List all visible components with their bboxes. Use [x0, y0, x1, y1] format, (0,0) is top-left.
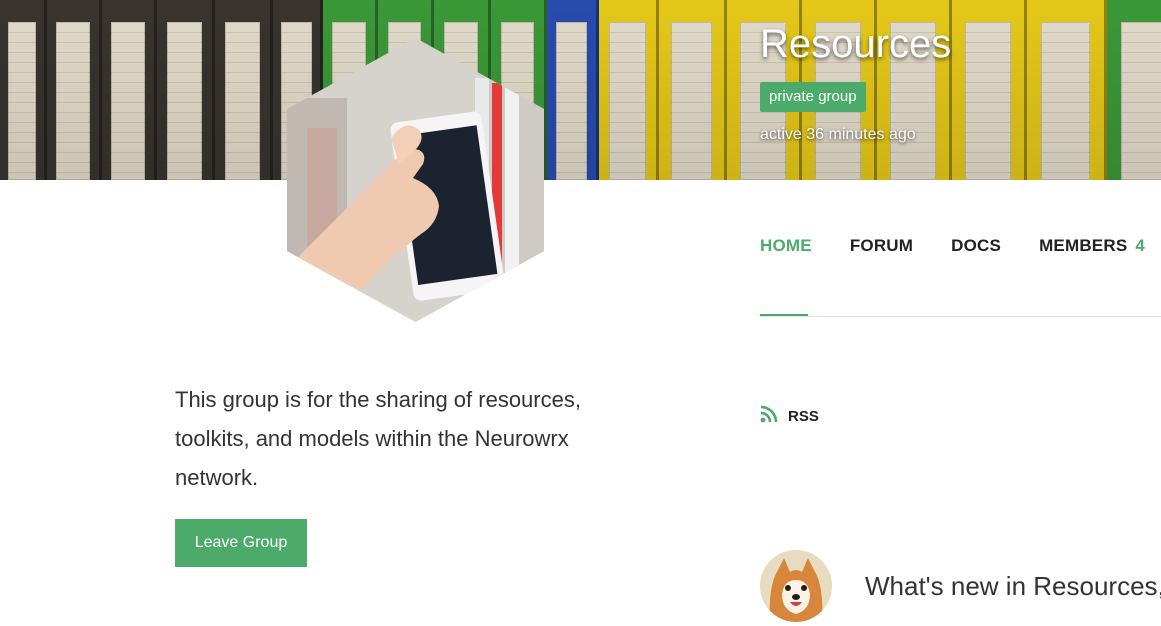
rss-link[interactable]: RSS	[760, 405, 819, 428]
tab-members[interactable]: MEMBERS 4	[1039, 236, 1145, 256]
leave-group-button[interactable]: Leave Group	[175, 519, 307, 567]
nav-divider	[760, 316, 1161, 317]
group-description: This group is for the sharing of resourc…	[175, 387, 581, 490]
tab-members-label: MEMBERS	[1039, 236, 1128, 255]
tab-docs[interactable]: DOCS	[951, 236, 1001, 256]
rss-icon	[760, 405, 778, 428]
members-count: 4	[1135, 236, 1146, 255]
user-avatar[interactable]	[760, 550, 832, 622]
whats-new-prompt[interactable]: What's new in Resources, j	[865, 571, 1161, 602]
last-active-text: active 36 minutes ago	[760, 126, 916, 143]
tab-forum[interactable]: FORUM	[850, 236, 913, 256]
group-cover-image	[0, 0, 1161, 180]
privacy-badge: private group	[760, 82, 866, 112]
shiba-avatar-icon	[760, 550, 832, 622]
group-nav: HOME FORUM DOCS MEMBERS 4	[760, 236, 1161, 256]
tab-home[interactable]: HOME	[760, 236, 812, 256]
rss-label: RSS	[788, 408, 819, 425]
group-title: Resources	[760, 22, 952, 66]
